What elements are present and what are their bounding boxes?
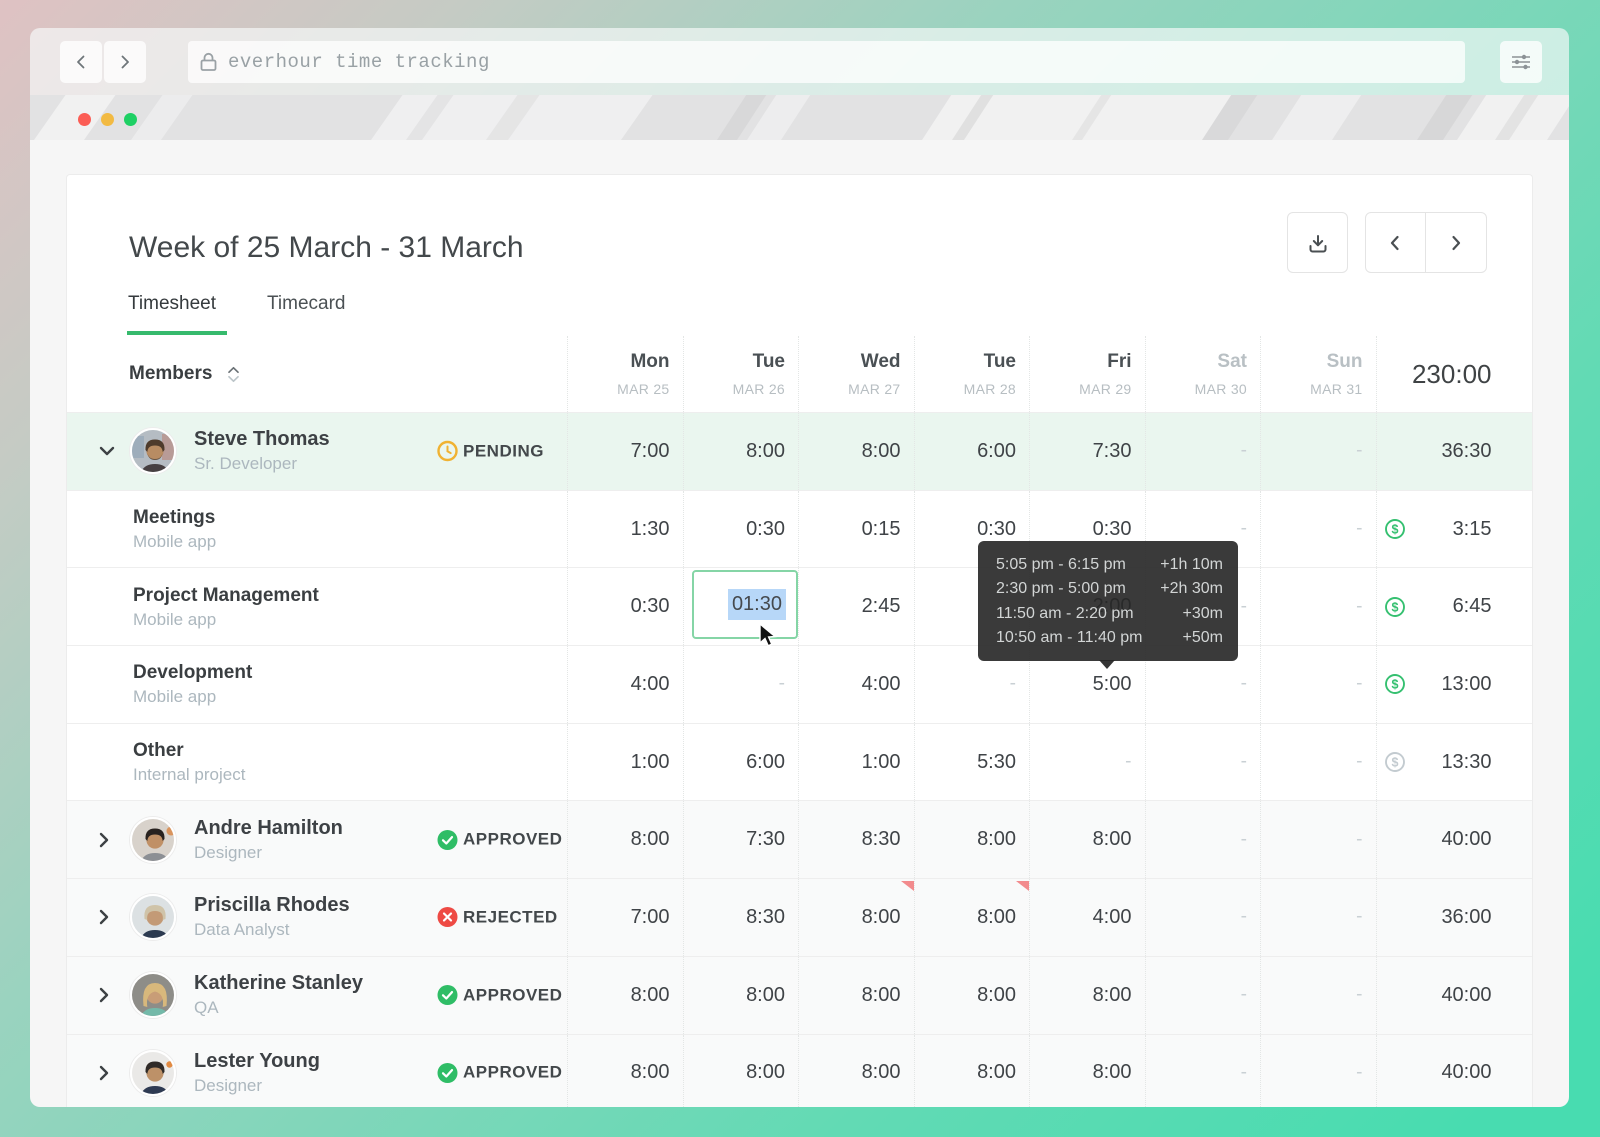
svg-text:$: $ <box>1392 522 1399 536</box>
svg-text:$: $ <box>1392 755 1399 769</box>
svg-text:$: $ <box>1392 678 1399 692</box>
svg-text:$: $ <box>1392 600 1399 614</box>
